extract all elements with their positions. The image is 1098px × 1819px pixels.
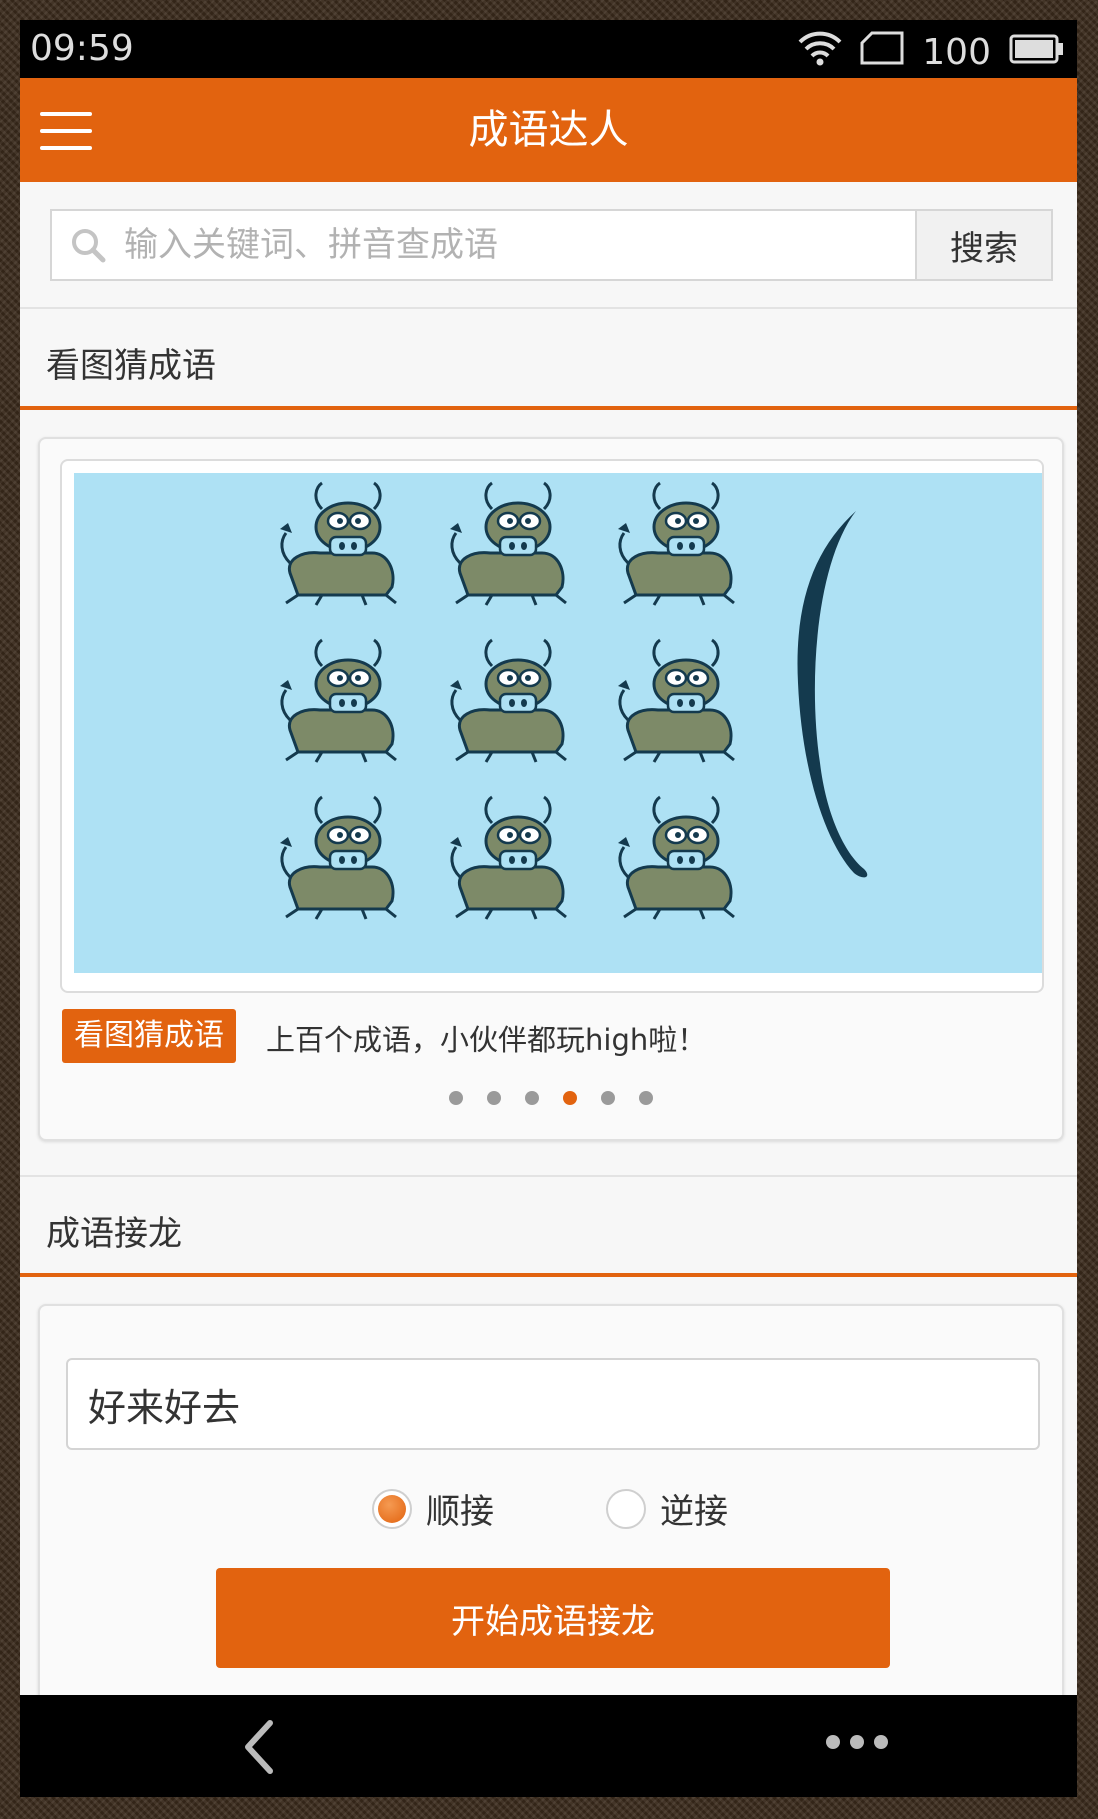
wifi-icon xyxy=(798,30,842,75)
radio-label: 顺接 xyxy=(426,1492,494,1532)
carousel-caption: 上百个成语，小伙伴都玩high啦！ xyxy=(266,1023,707,1057)
radio-button[interactable] xyxy=(606,1488,646,1529)
carousel-dot[interactable] xyxy=(639,1091,653,1105)
section-title-chain: 成语接龙 xyxy=(46,1214,182,1254)
more-icon[interactable] xyxy=(826,1735,888,1749)
radio-reverse[interactable]: 逆接 xyxy=(606,1484,728,1533)
idiom-input[interactable] xyxy=(66,1358,1040,1450)
section-rule xyxy=(20,1273,1077,1277)
divider xyxy=(20,1175,1077,1177)
carousel-dot[interactable] xyxy=(525,1091,539,1105)
search-button[interactable]: 搜索 xyxy=(915,209,1053,281)
status-bar: 09:59 100 xyxy=(20,20,1077,78)
bottom-navigation xyxy=(20,1695,1077,1797)
page-title: 成语达人 xyxy=(468,107,629,153)
search-input[interactable] xyxy=(122,224,906,266)
chain-card: 顺接 逆接 开始成语接龙 xyxy=(38,1304,1064,1724)
carousel-indicator xyxy=(40,1091,1062,1105)
status-time: 09:59 xyxy=(30,28,134,69)
carousel-frame[interactable] xyxy=(60,459,1044,993)
search-icon xyxy=(68,225,108,265)
start-chain-button[interactable]: 开始成语接龙 xyxy=(216,1568,890,1668)
carousel-dot[interactable] xyxy=(601,1091,615,1105)
category-tag[interactable]: 看图猜成语 xyxy=(62,1009,236,1063)
phone-screen: 09:59 100 成语达人 输入关键词、拼音查成语 搜索 看图猜成语 看图猜成… xyxy=(20,20,1077,1797)
divider xyxy=(20,307,1077,309)
app-header: 成语达人 xyxy=(20,78,1077,182)
back-icon[interactable] xyxy=(230,1717,290,1777)
picture-card: 看图猜成语 上百个成语，小伙伴都玩high啦！ xyxy=(38,437,1064,1141)
section-rule xyxy=(20,406,1077,410)
carousel-dot[interactable] xyxy=(487,1091,501,1105)
battery-icon xyxy=(1009,32,1065,73)
radio-label: 逆接 xyxy=(660,1492,728,1532)
carousel-dot[interactable] xyxy=(449,1091,463,1105)
section-title-picture: 看图猜成语 xyxy=(46,346,216,386)
radio-forward[interactable]: 顺接 xyxy=(372,1484,494,1533)
battery-level: 100 xyxy=(922,32,991,73)
search-box[interactable] xyxy=(50,209,915,281)
search-bar: 搜索 xyxy=(50,209,1053,281)
sim-icon xyxy=(860,31,904,74)
puzzle-image[interactable] xyxy=(74,473,1042,973)
carousel-dot-active[interactable] xyxy=(563,1091,577,1105)
radio-button-selected[interactable] xyxy=(372,1488,412,1529)
